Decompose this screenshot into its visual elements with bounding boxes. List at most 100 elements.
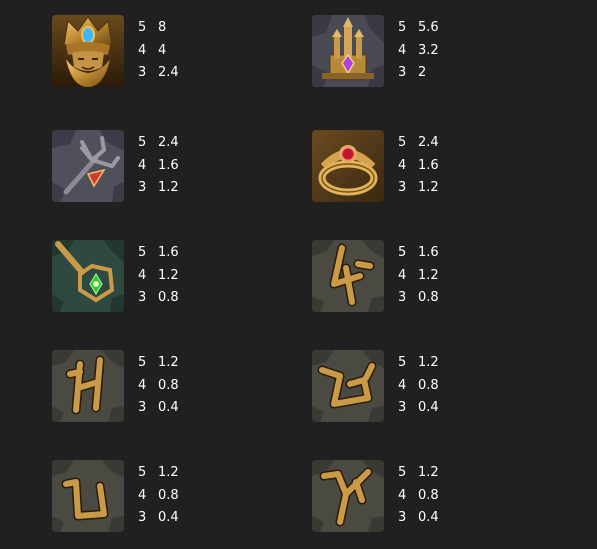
match-count: 4 — [138, 377, 147, 393]
match-count: 4 — [138, 267, 147, 283]
payout-value: 1.2 — [158, 180, 179, 195]
payout-value: 0.4 — [158, 510, 179, 525]
match-count: 3 — [398, 180, 407, 195]
payout-value: 2 — [418, 65, 427, 80]
payout-value: 2.4 — [158, 65, 179, 80]
payout-row: 3 0.4 — [398, 397, 439, 420]
payout-value: 0.4 — [158, 400, 179, 415]
paytable-entry: 58 44 3 2.4 — [52, 15, 292, 95]
payout-row: 5 2.4 — [138, 132, 179, 155]
payout-row: 4 3.2 — [398, 40, 439, 63]
match-count: 3 — [398, 400, 407, 415]
rune-bowl-stone-icon — [312, 350, 384, 422]
paytable-entry: 5 5.6 4 3.2 32 — [312, 15, 552, 95]
payout-row: 5 1.2 — [398, 462, 439, 485]
payout-value: 8 — [158, 20, 167, 35]
paytable-entry: 5 1.2 4 0.8 3 0.4 — [312, 460, 552, 540]
payout-value: 4 — [158, 42, 167, 58]
paytable-entry: 5 1.2 4 0.8 3 0.4 — [312, 350, 552, 430]
payout-value: 1.6 — [418, 245, 439, 260]
payout-row: 5 5.6 — [398, 17, 439, 40]
paytable-entry: 5 1.2 4 0.8 3 0.4 — [52, 460, 292, 540]
payout-value: 0.8 — [158, 290, 179, 305]
match-count: 5 — [398, 245, 407, 260]
match-count: 4 — [398, 487, 407, 503]
payout-row: 3 0.4 — [138, 397, 179, 420]
payout-value: 5.6 — [418, 20, 439, 35]
payout-list: 5 1.6 4 1.2 3 0.8 — [138, 242, 179, 310]
payout-row: 4 0.8 — [398, 375, 439, 398]
match-count: 3 — [138, 510, 147, 525]
paytable-entry: 5 2.4 4 1.6 3 1.2 — [52, 130, 292, 210]
payout-row: 5 1.2 — [398, 352, 439, 375]
rune-y-stone-icon — [312, 460, 384, 532]
payout-value: 1.2 — [418, 180, 439, 195]
payout-value: 2.4 — [418, 135, 439, 150]
payout-row: 3 1.2 — [138, 177, 179, 200]
payout-row: 5 2.4 — [398, 132, 439, 155]
emerald-staff-icon — [52, 240, 124, 312]
payout-row: 3 0.8 — [398, 287, 439, 310]
king-crown-face-icon — [52, 15, 124, 87]
match-count: 3 — [398, 510, 407, 525]
payout-row: 5 1.6 — [398, 242, 439, 265]
payout-list: 5 1.2 4 0.8 3 0.4 — [398, 462, 439, 530]
match-count: 3 — [138, 65, 147, 80]
payout-list: 5 1.6 4 1.2 3 0.8 — [398, 242, 439, 310]
match-count: 4 — [398, 157, 407, 173]
match-count: 5 — [398, 355, 407, 370]
match-count: 5 — [398, 465, 407, 480]
payout-list: 5 1.2 4 0.8 3 0.4 — [398, 352, 439, 420]
payout-row: 3 1.2 — [398, 177, 439, 200]
match-count: 5 — [398, 20, 407, 35]
payout-list: 58 44 3 2.4 — [138, 17, 179, 85]
payout-value: 0.8 — [158, 377, 179, 393]
payout-row: 5 1.2 — [138, 462, 179, 485]
payout-value: 1.2 — [158, 465, 179, 480]
payout-row: 5 1.2 — [138, 352, 179, 375]
match-count: 3 — [398, 65, 407, 80]
payout-value: 0.8 — [418, 487, 439, 503]
payout-list: 5 1.2 4 0.8 3 0.4 — [138, 462, 179, 530]
rune-u-stone-icon — [52, 460, 124, 532]
payout-row: 3 0.4 — [138, 507, 179, 530]
payout-list: 5 1.2 4 0.8 3 0.4 — [138, 352, 179, 420]
match-count: 3 — [398, 290, 407, 305]
payout-row: 4 1.6 — [398, 155, 439, 178]
match-count: 5 — [398, 135, 407, 150]
rune-h-stone-icon — [52, 350, 124, 422]
payout-value: 1.6 — [158, 157, 179, 173]
payout-value: 2.4 — [158, 135, 179, 150]
payout-row: 4 0.8 — [398, 485, 439, 508]
payout-row: 58 — [138, 17, 179, 40]
paytable-entry: 5 1.6 4 1.2 3 0.8 — [312, 240, 552, 320]
payout-value: 0.4 — [418, 400, 439, 415]
payout-row: 4 1.6 — [138, 155, 179, 178]
payout-row: 3 0.4 — [398, 507, 439, 530]
payout-value: 3.2 — [418, 42, 439, 58]
trident-stone-icon — [52, 130, 124, 202]
rune-a-stone-icon — [312, 240, 384, 312]
match-count: 5 — [138, 20, 147, 35]
payout-list: 5 2.4 4 1.6 3 1.2 — [138, 132, 179, 200]
payout-row: 4 1.2 — [138, 265, 179, 288]
match-count: 5 — [138, 245, 147, 260]
paytable-entry: 5 1.2 4 0.8 3 0.4 — [52, 350, 292, 430]
match-count: 4 — [138, 487, 147, 503]
payout-value: 1.2 — [418, 267, 439, 283]
match-count: 4 — [138, 42, 147, 58]
match-count: 4 — [398, 42, 407, 58]
payout-value: 1.2 — [158, 267, 179, 283]
payout-row: 4 0.8 — [138, 375, 179, 398]
match-count: 4 — [398, 377, 407, 393]
payout-row: 3 0.8 — [138, 287, 179, 310]
payout-row: 32 — [398, 62, 439, 85]
paytable: 58 44 3 2.4 5 5.6 4 3.2 32 5 2.4 4 1.6 3… — [0, 0, 597, 549]
payout-row: 4 0.8 — [138, 485, 179, 508]
payout-row: 5 1.6 — [138, 242, 179, 265]
crystal-castle-icon — [312, 15, 384, 87]
match-count: 3 — [138, 180, 147, 195]
payout-value: 1.2 — [158, 355, 179, 370]
ruby-ring-icon — [312, 130, 384, 202]
payout-row: 4 1.2 — [398, 265, 439, 288]
